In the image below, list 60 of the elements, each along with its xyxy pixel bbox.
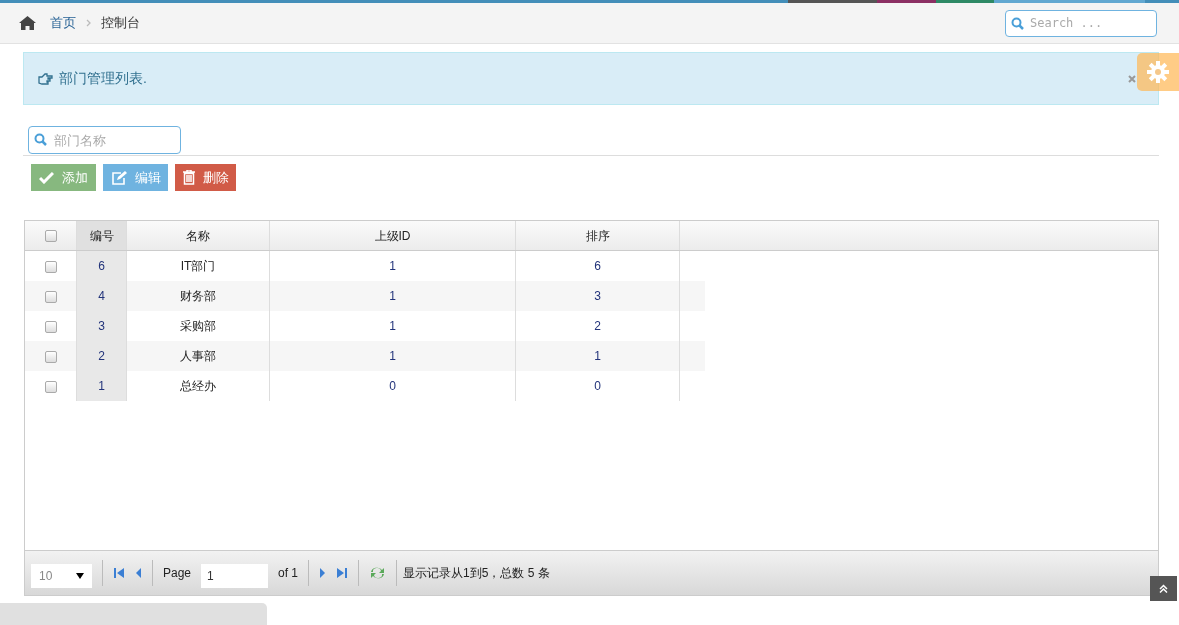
table-cell-text: 2: [594, 318, 601, 335]
table-cell-text: 1: [389, 288, 396, 305]
table-cell-text: 3: [98, 318, 105, 335]
checkmark-icon: [39, 171, 54, 184]
trash-icon: [182, 170, 195, 185]
filter-field[interactable]: 部门名称: [28, 126, 181, 154]
page-count: of 1: [278, 565, 299, 582]
double-chevron-up-icon: [1159, 584, 1168, 593]
table-cell-text: 1: [389, 348, 396, 365]
row-checkbox[interactable]: [44, 291, 57, 303]
table-cell-text: 采购部: [180, 318, 216, 335]
table-cell-text: 1: [389, 258, 396, 275]
caret-icon: [76, 573, 84, 579]
settings-button[interactable]: [1137, 53, 1179, 91]
table-cell-text: 总经办: [180, 378, 216, 395]
row-checkbox[interactable]: [44, 351, 57, 363]
gear-icon: [1147, 61, 1169, 83]
table-cell-text: 0: [594, 378, 601, 395]
previous-page-icon[interactable]: [135, 567, 142, 579]
delete-button[interactable]: 删除: [175, 164, 236, 191]
row-checkbox[interactable]: [44, 261, 57, 273]
table-cell-text: 4: [98, 288, 105, 305]
page-input[interactable]: 1: [201, 564, 269, 588]
edit-icon: [110, 170, 127, 185]
refresh-icon[interactable]: [369, 566, 387, 580]
page-label: Page: [163, 565, 192, 582]
select-all-checkbox[interactable]: [44, 229, 57, 242]
alert-text: 部门管理列表.: [59, 69, 147, 88]
first-page-icon[interactable]: [113, 567, 125, 579]
next-page-icon[interactable]: [319, 567, 327, 579]
table-cell-text: 1: [389, 318, 396, 335]
home-icon[interactable]: [19, 16, 36, 30]
column-header[interactable]: 排序: [516, 221, 680, 250]
table-cell-text: 6: [594, 258, 601, 275]
scroll-top-button[interactable]: [1150, 576, 1177, 601]
column-header[interactable]: 上级ID: [270, 221, 516, 250]
search-icon: [34, 133, 47, 146]
row-checkbox[interactable]: [44, 381, 57, 393]
search-field[interactable]: Search ...: [1005, 9, 1157, 37]
column-header[interactable]: 名称: [127, 221, 270, 250]
row-checkbox[interactable]: [44, 321, 57, 333]
table-cell-text: 0: [389, 378, 396, 395]
record-summary: 显示记录从1到5，总数 5 条: [403, 565, 550, 582]
table-cell-text: IT部门: [180, 258, 216, 275]
chevron-icon: [86, 19, 91, 27]
table-cell-text: 3: [594, 288, 601, 305]
last-page-icon[interactable]: [336, 567, 349, 579]
table-cell-text: 1: [594, 348, 601, 365]
breadcrumb-link[interactable]: 首页: [50, 13, 76, 33]
table-cell-text: 6: [98, 258, 105, 275]
table-cell-text: 人事部: [180, 348, 216, 365]
close-icon[interactable]: [1128, 74, 1136, 83]
hand-pointing-icon: [38, 72, 53, 85]
table-cell-text: 1: [98, 378, 105, 395]
search-icon: [1011, 16, 1024, 30]
table-cell-text: 财务部: [180, 288, 216, 305]
page-size-select[interactable]: 10: [31, 564, 92, 588]
column-header[interactable]: 编号: [76, 221, 127, 250]
breadcrumb-current: 控制台: [101, 14, 140, 33]
table-cell-text: 2: [98, 348, 105, 365]
